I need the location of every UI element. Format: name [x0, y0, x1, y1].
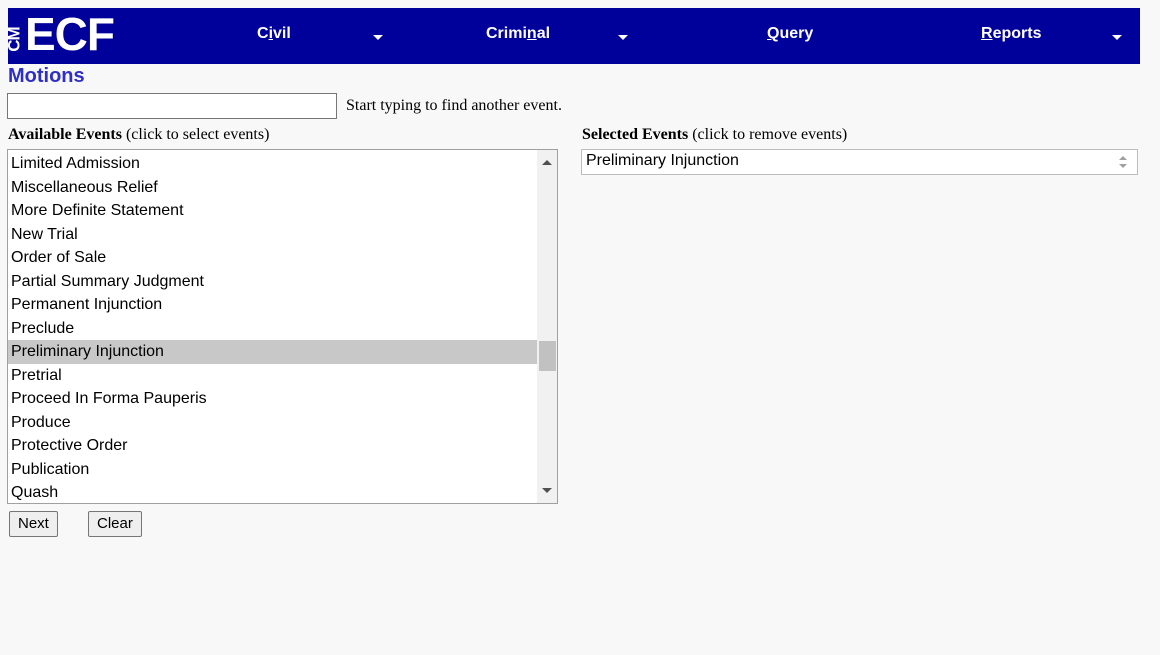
available-event-option[interactable]: Pretrial — [8, 364, 537, 388]
scrollbar-thumb[interactable] — [539, 341, 556, 371]
available-events-listbox[interactable]: Limited Admission Miscellaneous Relief Mor… — [7, 149, 558, 504]
spinner-up-arrow-icon[interactable] — [1119, 156, 1127, 160]
selected-events-items: Preliminary Injunction — [582, 150, 1137, 171]
menu-query-text-rest: uery — [779, 25, 814, 42]
available-event-option[interactable]: More Definite Statement — [8, 199, 537, 223]
civil-caret-down-icon[interactable] — [373, 35, 383, 40]
menu-reports-accesskey: R — [981, 25, 993, 42]
cmecf-logo[interactable]: CM ECF — [4, 8, 148, 64]
menu-reports[interactable]: Reports — [981, 8, 1041, 60]
available-events-caption: Available Events (click to select events… — [8, 125, 269, 145]
available-event-option[interactable]: Partial Summary Judgment — [8, 270, 537, 294]
next-button[interactable]: Next — [9, 511, 58, 537]
scroll-down-arrow-icon[interactable] — [542, 488, 552, 493]
available-event-option[interactable]: Preclude — [8, 317, 537, 341]
available-event-option[interactable]: Order of Sale — [8, 246, 537, 270]
page-title: Motions — [8, 65, 85, 87]
logo-ecf-text: ECF — [25, 8, 115, 60]
menu-criminal[interactable]: Criminal — [486, 8, 550, 60]
reports-caret-down-icon[interactable] — [1112, 35, 1122, 40]
menu-criminal-text: Crimi — [486, 25, 527, 42]
selected-event-option[interactable]: Preliminary Injunction — [582, 150, 1137, 171]
available-event-option[interactable]: Protective Order — [8, 434, 537, 458]
selected-events-caption-note: (click to remove events) — [688, 126, 848, 143]
selected-events-caption-title: Selected Events — [582, 126, 689, 143]
spinner-down-arrow-icon[interactable] — [1119, 164, 1127, 168]
available-event-option[interactable]: New Trial — [8, 223, 537, 247]
available-event-option[interactable]: Permanent Injunction — [8, 293, 537, 317]
available-event-option[interactable]: Quash — [8, 481, 537, 503]
clear-button[interactable]: Clear — [88, 511, 142, 537]
scroll-up-arrow-icon[interactable] — [542, 160, 552, 165]
available-event-option[interactable]: Limited Admission — [8, 152, 537, 176]
available-event-option[interactable]: Proceed In Forma Pauperis — [8, 387, 537, 411]
event-search-input[interactable] — [7, 93, 337, 119]
menu-reports-text-rest: eports — [992, 25, 1042, 42]
menu-query-accesskey: Q — [767, 25, 780, 42]
available-events-items: Limited Admission Miscellaneous Relief Mor… — [8, 152, 537, 503]
menu-civil-text-rest: vil — [273, 25, 291, 42]
available-event-option[interactable]: Publication — [8, 458, 537, 482]
menu-query[interactable]: Query — [767, 8, 813, 60]
available-event-option[interactable]: Miscellaneous Relief — [8, 176, 537, 200]
available-events-scrollbar[interactable] — [537, 150, 557, 503]
logo-cm-text: CM — [4, 27, 24, 52]
menu-civil[interactable]: Civil — [257, 8, 291, 60]
available-event-option[interactable]: Produce — [8, 411, 537, 435]
menu-criminal-accesskey: n — [526, 25, 537, 42]
spinner-icon[interactable] — [1119, 154, 1129, 170]
available-events-caption-title: Available Events — [8, 126, 122, 143]
menu-criminal-text-rest: al — [536, 25, 551, 42]
navigation-bar: CM ECF Civil Criminal Query Reports — [4, 8, 1140, 64]
selected-events-caption: Selected Events (click to remove events) — [582, 125, 847, 145]
available-events-caption-note: (click to select events) — [121, 126, 270, 143]
selected-events-listbox[interactable]: Preliminary Injunction — [581, 149, 1138, 175]
menu-civil-text: C — [257, 25, 269, 42]
criminal-caret-down-icon[interactable] — [618, 35, 628, 40]
available-event-option[interactable]: Preliminary Injunction — [8, 340, 537, 364]
search-hint-text: Start typing to find another event. — [346, 97, 562, 114]
